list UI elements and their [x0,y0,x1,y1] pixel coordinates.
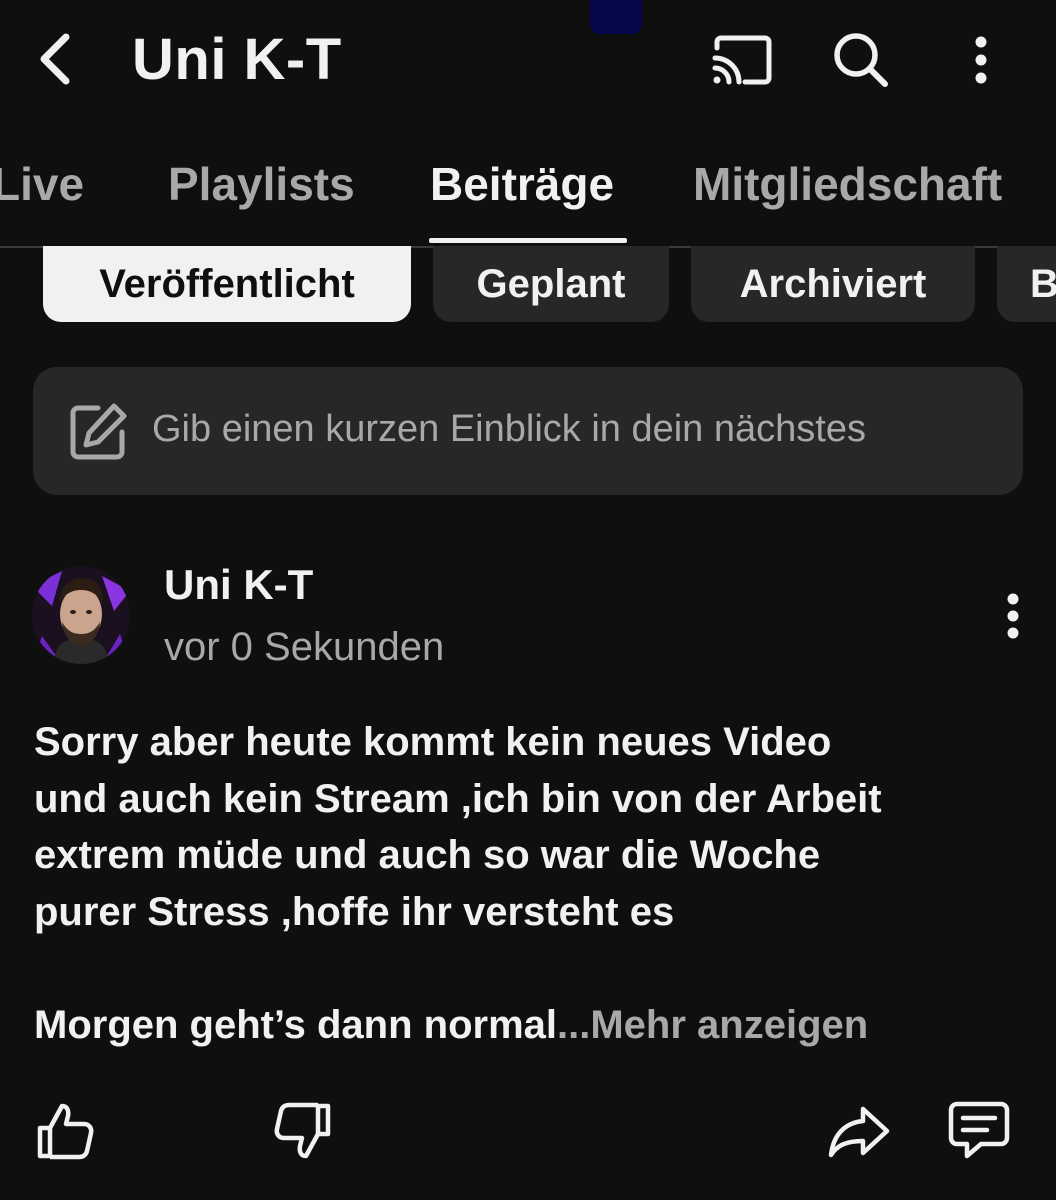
status-bar-notch [590,0,642,34]
post-options-button[interactable] [986,586,1040,646]
edit-icon [68,402,128,462]
composer-placeholder: Gib einen kurzen Einblick in dein nächst… [152,408,866,450]
post-body: Sorry aber heute kommt kein neues Video … [34,714,1034,1053]
tab-live[interactable]: Live [0,154,84,214]
cast-icon [712,35,772,85]
channel-tabs: Live Playlists Beiträge Mitgliedschaft [0,128,1056,248]
post-text-fragment: Morgen geht’s dann normal [34,1002,557,1047]
comments-button[interactable] [944,1096,1014,1166]
share-button[interactable] [824,1096,894,1166]
post-text-line: und auch kein Stream ,ich bin von der Ar… [34,776,882,821]
truncation-ellipsis: ... [557,1002,591,1047]
more-vertical-icon [1007,593,1019,639]
cast-button[interactable] [708,28,774,92]
chevron-left-icon [40,33,70,85]
author-avatar[interactable] [32,566,130,664]
like-button[interactable] [30,1096,100,1166]
dislike-button[interactable] [268,1096,338,1166]
chip-published[interactable]: Veröffentlicht [43,246,411,322]
search-button[interactable] [828,28,894,92]
post-text-line: purer Stress ,hoffe ihr versteht es [34,889,675,934]
thumbs-up-icon [37,1103,94,1160]
tab-posts[interactable]: Beiträge [430,154,614,214]
thumbs-down-icon [274,1102,331,1159]
show-more-link[interactable]: Mehr anzeigen [590,1003,868,1047]
chip-scheduled[interactable]: Geplant [433,246,669,322]
post-timestamp: vor 0 Sekunden [164,625,445,669]
chip-partial[interactable]: B [997,246,1056,322]
back-button[interactable] [24,26,84,92]
post-text-last-line: Morgen geht’s dann normal...Mehr anzeige… [34,997,1034,1054]
post-text-line: extrem müde und auch so war die Woche [34,833,821,877]
tab-playlists[interactable]: Playlists [168,154,355,214]
more-options-button[interactable] [948,28,1014,92]
post-author[interactable]: Uni K-T [164,558,313,612]
post-text-line: Sorry aber heute kommt kein neues Video [34,720,832,764]
active-tab-indicator [429,238,627,243]
chip-archived[interactable]: Archiviert [691,246,975,322]
channel-title: Uni K-T [132,27,342,92]
comment-icon [948,1101,1010,1159]
share-icon [828,1106,890,1158]
search-icon [834,33,888,87]
more-vertical-icon [975,36,987,84]
tab-membership[interactable]: Mitgliedschaft [693,154,1002,214]
